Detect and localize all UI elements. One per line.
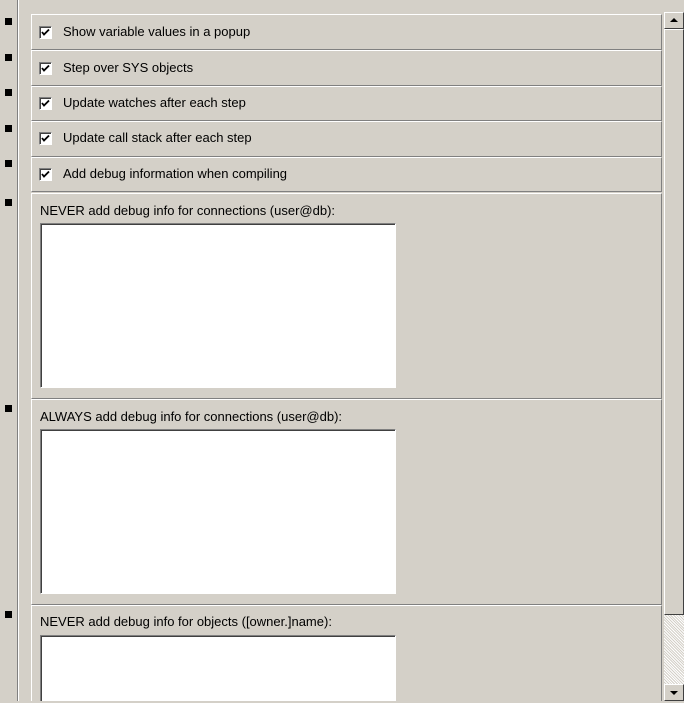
show-popup-label[interactable]: Show variable values in a popup [63,24,250,39]
update-watches-label[interactable]: Update watches after each step [63,95,246,110]
row-bullet [5,125,12,132]
row-bullet [5,18,12,25]
always-connections-textarea[interactable] [40,429,396,594]
checkmark-icon [41,99,50,107]
scroll-down-arrow-icon [670,691,678,695]
show-popup-checkbox[interactable] [39,26,52,39]
update-call-stack-checkbox[interactable] [39,132,52,145]
row-bullet [5,405,12,412]
update-watches-checkbox[interactable] [39,97,52,110]
always-connections-label: ALWAYS add debug info for connections (u… [40,409,343,424]
never-objects-textarea[interactable] [40,635,396,701]
scroll-up-button[interactable] [664,12,684,29]
checkmark-icon [41,28,50,36]
never-objects-label: NEVER add debug info for objects ([owner… [40,614,332,629]
add-debug-info-checkbox[interactable] [39,168,52,181]
scrollbar-thumb[interactable] [664,29,684,615]
row-bullet [5,199,12,206]
checkmark-icon [41,64,50,72]
row-bullet [5,54,12,61]
never-connections-textarea[interactable] [40,223,396,388]
scroll-up-arrow-icon [670,18,678,22]
add-debug-info-label[interactable]: Add debug information when compiling [63,166,287,181]
gutter-divider [17,0,19,701]
row-bullet [5,160,12,167]
update-call-stack-label[interactable]: Update call stack after each step [63,130,252,145]
row-bullet [5,611,12,618]
step-over-sys-label[interactable]: Step over SYS objects [63,60,193,75]
vertical-scrollbar[interactable] [664,12,684,701]
row-bullet [5,89,12,96]
never-connections-label: NEVER add debug info for connections (us… [40,203,336,218]
scroll-down-button[interactable] [664,684,684,701]
checkmark-icon [41,170,50,178]
options-panel: Show variable values in a popup Step ove… [0,0,663,701]
checkmark-icon [41,134,50,142]
step-over-sys-checkbox[interactable] [39,62,52,75]
